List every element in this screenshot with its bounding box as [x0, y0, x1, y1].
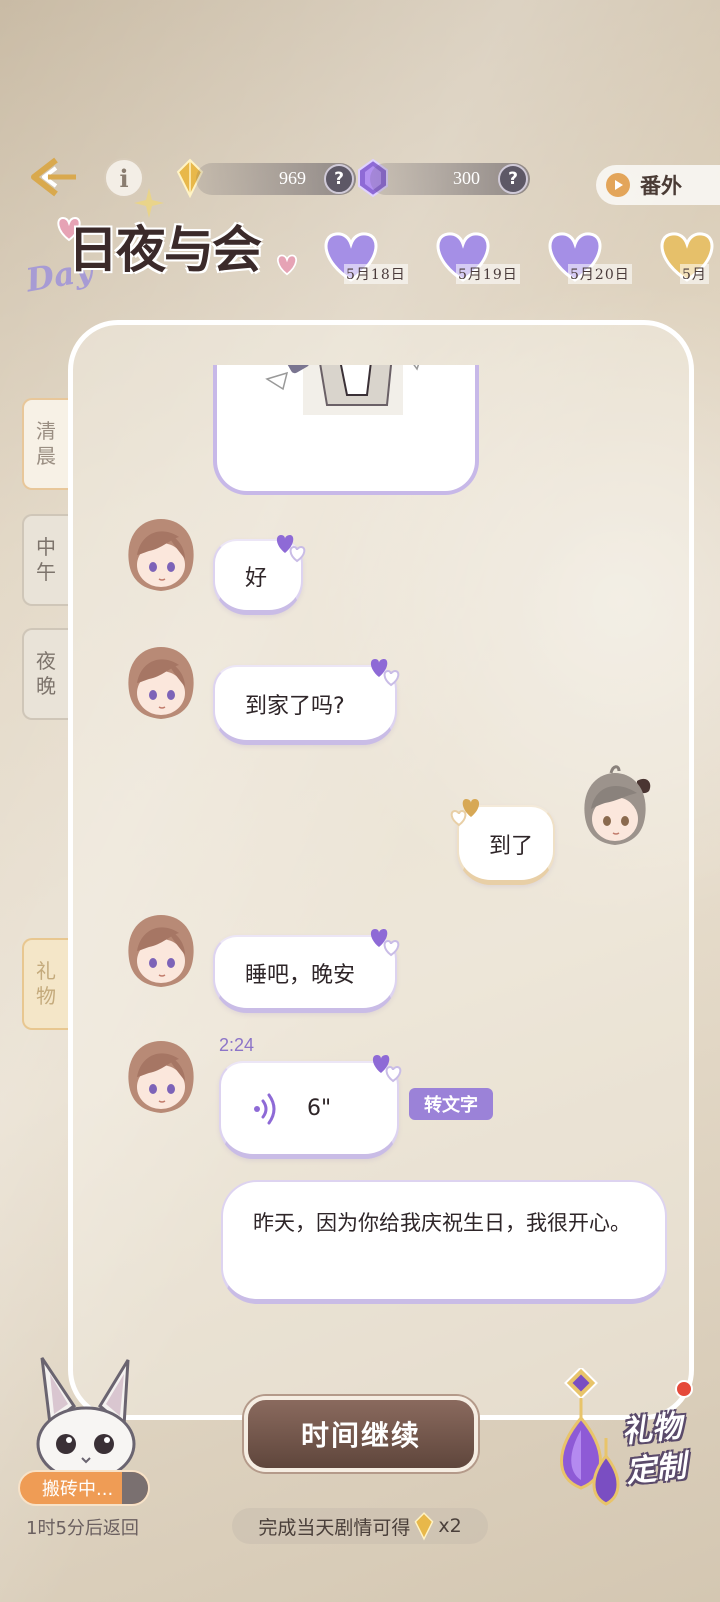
reward-hint-text: 完成当天剧情可得 — [258, 1516, 411, 1539]
extra-story-button[interactable]: 番外 — [596, 165, 720, 205]
transcript-text: 昨天，因为你给我庆祝生日，我很开心。 — [253, 1211, 631, 1235]
tab-noon[interactable]: 中 午 — [22, 514, 68, 606]
male-avatar-icon — [128, 647, 194, 719]
date-tab-1[interactable]: 5月18日 — [316, 228, 426, 288]
title-main: 日夜与会 — [68, 220, 262, 279]
play-icon — [606, 173, 630, 197]
purple-currency: 300 ? — [370, 163, 530, 195]
continue-time-button[interactable]: 时间继续 — [244, 1396, 478, 1472]
reward-hint: 完成当天剧情可得 x2 — [232, 1508, 488, 1544]
avatar[interactable] — [121, 643, 201, 723]
bunny-return-timer: 1时5分后返回 — [26, 1518, 139, 1539]
avatar[interactable] — [121, 1037, 201, 1117]
gold-currency: 969 ? — [196, 163, 356, 195]
extra-story-label: 番外 — [640, 173, 682, 198]
purple-help-button[interactable]: ? — [498, 164, 528, 194]
gold-amount: 969 — [279, 168, 306, 188]
image-message[interactable] — [213, 365, 479, 495]
tab-morning[interactable]: 清 晨 — [22, 398, 68, 490]
back-arrow-icon[interactable] — [26, 154, 80, 200]
bunny-mascot[interactable] — [20, 1354, 150, 1484]
character-sticker-icon — [265, 365, 420, 415]
tab-night-char: 夜 — [36, 649, 56, 673]
event-title: Day 日夜与会 — [23, 188, 314, 306]
tab-night[interactable]: 夜 晚 — [22, 628, 68, 720]
date-label: 5月20日 — [568, 264, 632, 284]
gold-crystal-icon — [414, 1512, 434, 1541]
message-text: 到家了吗? — [245, 693, 345, 719]
male-avatar-icon — [128, 915, 194, 987]
purple-amount: 300 — [453, 168, 480, 188]
avatar[interactable] — [121, 911, 201, 991]
voice-wave-icon — [251, 1092, 281, 1126]
chat-panel[interactable]: 好 到家了吗? 到了 睡吧，晚安 2:24 6" 转文字 昨天，因为你给我庆祝生… — [68, 320, 694, 1420]
message-text: 睡吧，晚安 — [245, 962, 356, 988]
purple-heart-tag-icon — [370, 659, 400, 687]
reward-count: x2 — [438, 1515, 462, 1537]
transcript-bubble[interactable]: 昨天，因为你给我庆祝生日，我很开心。 — [221, 1180, 667, 1304]
date-label: 5月19日 — [456, 264, 520, 284]
bunny-status-badge[interactable]: 搬砖中... — [18, 1470, 150, 1506]
date-label: 5月 — [680, 264, 709, 284]
tab-gift-char: 礼 — [36, 959, 56, 983]
purple-heart-tag-icon — [372, 1055, 402, 1083]
date-tab-3[interactable]: 5月20日 — [540, 228, 650, 288]
chat-scroll-area[interactable]: 好 到家了吗? 到了 睡吧，晚安 2:24 6" 转文字 昨天，因为你给我庆祝生… — [73, 365, 689, 1405]
gift-customize-label: 礼物 定制 — [600, 1405, 708, 1495]
message-text: 到了 — [489, 833, 534, 859]
gold-help-button[interactable]: ? — [324, 164, 354, 194]
tab-gift-char: 物 — [36, 984, 56, 1008]
info-icon: i — [119, 163, 129, 193]
date-tab-4[interactable]: 5月 — [652, 228, 720, 288]
female-avatar-icon — [584, 765, 651, 845]
avatar[interactable] — [121, 515, 201, 595]
purple-heart-tag-icon — [370, 929, 400, 957]
date-tab-2[interactable]: 5月19日 — [428, 228, 538, 288]
tab-morning-char: 清 — [36, 419, 56, 443]
message-text: 好 — [245, 565, 268, 591]
tab-night-char: 晚 — [36, 674, 56, 698]
tab-morning-char: 晨 — [36, 444, 56, 468]
message-timestamp: 2:24 — [219, 1035, 255, 1055]
tab-gift[interactable]: 礼 物 — [22, 938, 68, 1030]
tab-noon-char: 中 — [36, 535, 56, 559]
date-label: 5月18日 — [344, 264, 408, 284]
bunny-icon — [36, 1357, 136, 1482]
purple-heart-tag-icon — [276, 535, 306, 563]
male-avatar-icon — [128, 1041, 194, 1113]
male-avatar-icon — [128, 519, 194, 591]
my-avatar[interactable] — [575, 765, 655, 849]
gold-heart-tag-icon — [450, 799, 480, 827]
notification-dot — [675, 1380, 693, 1398]
convert-to-text-button[interactable]: 转文字 — [409, 1088, 493, 1120]
heart-decoration-icon — [277, 254, 297, 276]
tab-noon-char: 午 — [36, 560, 56, 584]
voice-duration: 6" — [307, 1096, 332, 1121]
